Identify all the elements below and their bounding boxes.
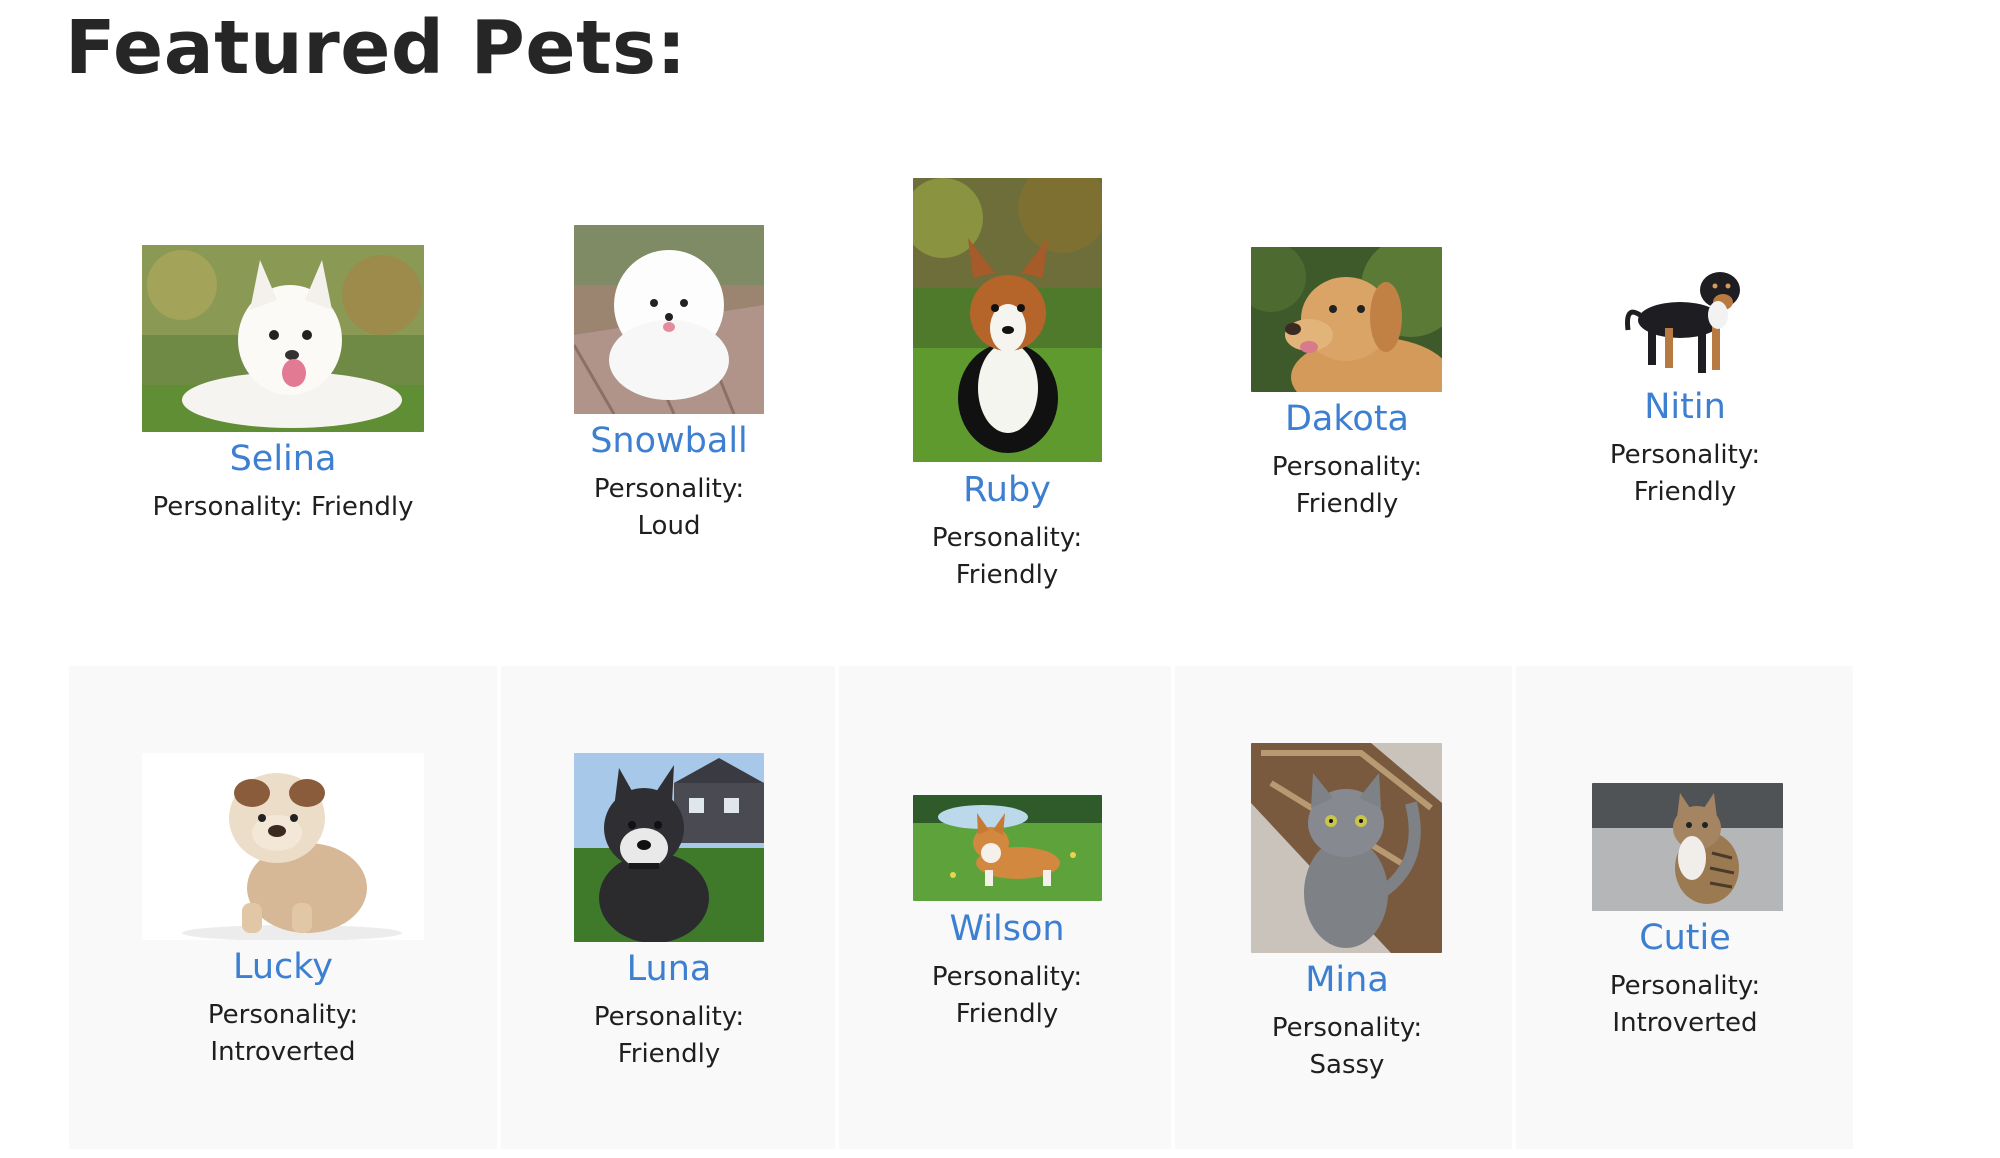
corgi-grass-photo-icon xyxy=(913,795,1102,901)
pet-personality-text: Personality: Friendly xyxy=(931,523,1083,590)
pet-name-link[interactable]: Nitin xyxy=(1485,385,1885,429)
tricolor-dog-photo-icon xyxy=(1620,260,1750,380)
labrador-photo-icon xyxy=(1251,247,1442,392)
pet-personality-text: Personality: Introverted xyxy=(1609,971,1761,1038)
bulldog-photo-icon xyxy=(142,753,424,940)
pet-photo[interactable] xyxy=(142,753,424,940)
tabby-cat-photo-icon xyxy=(1592,783,1783,911)
pet-personality-text: Personality: Friendly xyxy=(931,962,1083,1029)
pet-photo[interactable] xyxy=(1251,743,1442,953)
pets-grid: Selina Personality: Friendly Snowball Pe… xyxy=(0,0,2000,1158)
pet-name-link[interactable]: Cutie xyxy=(1485,916,1885,960)
pet-personality-text: Personality: Friendly xyxy=(1271,452,1423,519)
pet-personality-text: Personality: Sassy xyxy=(1271,1013,1423,1080)
pet-name-link[interactable]: Selina xyxy=(83,437,483,481)
pet-personality: Personality: Friendly xyxy=(152,492,414,522)
pet-photo[interactable] xyxy=(142,245,424,432)
pet-photo[interactable] xyxy=(574,753,764,942)
pet-personality-text: Personality: Introverted xyxy=(207,1000,359,1067)
pet-personality: Personality: Friendly xyxy=(807,520,1207,594)
pet-name-link[interactable]: Snowball xyxy=(469,419,869,463)
pet-photo[interactable] xyxy=(574,225,764,414)
pet-personality-text: Personality: Friendly xyxy=(593,1002,745,1069)
pet-personality-text: Personality: Friendly xyxy=(1609,440,1761,507)
pet-photo[interactable] xyxy=(1620,260,1750,380)
corgi-photo-icon xyxy=(913,178,1102,462)
pet-photo[interactable] xyxy=(1251,247,1442,392)
pet-personality: Personality: Introverted xyxy=(1485,968,1885,1042)
pet-name-link[interactable]: Wilson xyxy=(807,907,1207,951)
pet-photo[interactable] xyxy=(913,795,1102,901)
pet-photo[interactable] xyxy=(1592,783,1783,911)
grey-cat-photo-icon xyxy=(1251,743,1442,953)
pet-personality-text: Personality: Loud xyxy=(593,474,745,541)
pet-photo[interactable] xyxy=(913,178,1102,462)
pet-personality: Personality: Introverted xyxy=(83,997,483,1071)
white-dog-photo-icon xyxy=(142,245,424,432)
husky-photo-icon xyxy=(574,753,764,942)
pet-personality: Personality: Friendly xyxy=(1485,437,1885,511)
pet-name-link[interactable]: Lucky xyxy=(83,945,483,989)
pomeranian-photo-icon xyxy=(574,225,764,414)
